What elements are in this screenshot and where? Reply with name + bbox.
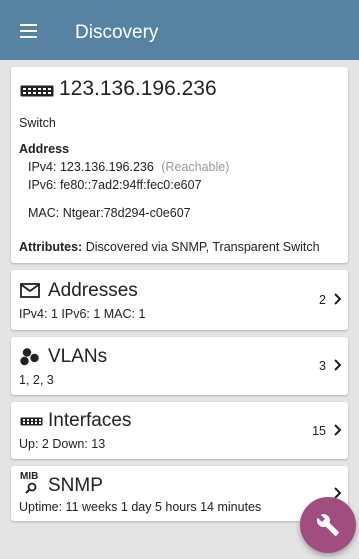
snmp-title: SNMP xyxy=(48,475,103,496)
ipv6-address: IPv6: fe80::7ad2:94ff:fec0:e607 xyxy=(28,178,202,192)
vlans-count: 3 xyxy=(319,359,326,373)
magnifier-icon xyxy=(25,482,37,494)
device-ip-title: 123.136.196.236 xyxy=(59,77,217,100)
chevron-right-icon xyxy=(334,424,342,436)
vlans-title: VLANs xyxy=(48,346,108,367)
mib-icon-label: MIB xyxy=(20,471,39,482)
chevron-right-icon xyxy=(334,359,342,371)
vlans-card[interactable]: VLANs 1, 2, 3 3 xyxy=(11,337,348,395)
envelope-icon xyxy=(20,283,40,298)
addresses-card[interactable]: Addresses IPv4: 1 IPv6: 1 MAC: 1 2 xyxy=(11,270,348,330)
vlans-summary: 1, 2, 3 xyxy=(19,373,54,387)
attributes-label: Attributes: xyxy=(19,240,83,254)
hamburger-menu-icon[interactable] xyxy=(20,24,37,38)
mac-address: MAC: Ntgear:78d294-c0e607 xyxy=(28,206,191,220)
device-summary-card: 123.136.196.236 Switch Address IPv4: 123… xyxy=(11,67,348,263)
chevron-right-icon xyxy=(334,293,342,305)
interfaces-title: Interfaces xyxy=(48,410,132,431)
address-heading: Address xyxy=(19,142,70,156)
ipv4-address: IPv4: 123.136.196.236 xyxy=(28,160,154,174)
mib-icon: MIB xyxy=(20,472,44,496)
interface-ports-icon xyxy=(20,417,43,426)
reachable-status: (Reachable) xyxy=(161,160,230,174)
app-bar: Discovery xyxy=(0,0,359,60)
interfaces-card[interactable]: Interfaces Up: 2 Down: 13 15 xyxy=(11,402,348,459)
interfaces-count: 15 xyxy=(312,424,326,438)
interfaces-summary: Up: 2 Down: 13 xyxy=(19,437,106,451)
device-type: Switch xyxy=(19,116,56,130)
attributes-value: Discovered via SNMP, Transparent Switch xyxy=(85,240,320,254)
snmp-card[interactable]: MIB SNMP Uptime: 11 weeks 1 day 5 hours … xyxy=(11,466,348,521)
snmp-uptime: Uptime: 11 weeks 1 day 5 hours 14 minute… xyxy=(19,500,262,514)
attributes-row: Attributes: Discovered via SNMP, Transpa… xyxy=(19,240,320,255)
switch-device-icon xyxy=(20,85,54,97)
tools-fab-button[interactable] xyxy=(300,497,356,553)
wrench-icon xyxy=(316,514,339,536)
addresses-summary: IPv4: 1 IPv6: 1 MAC: 1 xyxy=(19,307,146,321)
vlan-dots-icon xyxy=(20,348,39,366)
addresses-count: 2 xyxy=(319,293,326,307)
page-title: Discovery xyxy=(75,22,159,43)
ipv4-row: IPv4: 123.136.196.236 (Reachable) xyxy=(28,160,229,175)
addresses-title: Addresses xyxy=(48,280,138,301)
